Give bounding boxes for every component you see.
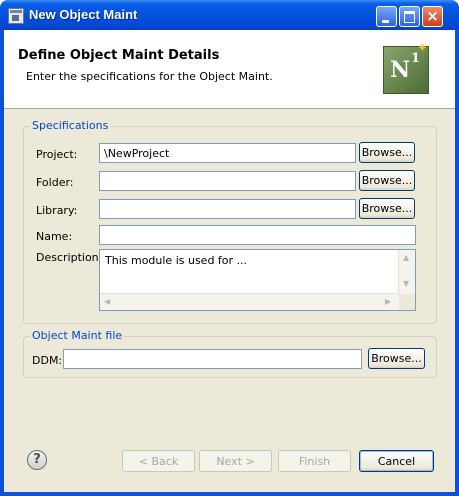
object-maint-file-legend: Object Maint file <box>30 329 125 342</box>
back-button[interactable]: < Back <box>122 450 195 472</box>
folder-label: Folder: <box>36 176 74 189</box>
window-title: New Object Maint <box>29 7 138 22</box>
description-text: This module is used for ... <box>105 254 248 267</box>
help-icon[interactable]: ? <box>27 450 47 470</box>
ddm-browse-button[interactable]: Browse... <box>368 348 425 369</box>
project-field[interactable] <box>99 143 356 163</box>
library-label: Library: <box>36 204 78 217</box>
cancel-button[interactable]: Cancel <box>359 450 434 472</box>
scrollbar-corner <box>399 294 415 310</box>
finish-button[interactable]: Finish <box>278 450 351 472</box>
name-field[interactable] <box>99 225 416 245</box>
logo-star-icon: ✦ <box>417 41 428 56</box>
ddm-field[interactable] <box>63 349 362 369</box>
next-button[interactable]: Next > <box>199 450 272 472</box>
page-title: Define Object Maint Details <box>18 48 220 63</box>
dialog-window: New Object Maint × Define Object Maint D… <box>0 0 459 496</box>
scroll-right-arrow-icon[interactable]: ▶ <box>385 298 391 306</box>
page-description: Enter the specifications for the Object … <box>26 70 273 83</box>
window-app-icon <box>8 8 24 24</box>
close-button[interactable]: × <box>422 6 443 27</box>
scroll-up-arrow-icon[interactable]: ▲ <box>403 254 409 262</box>
scroll-down-arrow-icon[interactable]: ▼ <box>403 280 409 288</box>
description-textarea[interactable]: This module is used for ... ▲ ▼ ◀ ▶ <box>99 249 416 311</box>
description-horizontal-scrollbar[interactable]: ◀ ▶ <box>100 293 399 310</box>
logo-letter: N <box>390 57 411 83</box>
close-icon: × <box>426 7 439 25</box>
dialog-client-area: Define Object Maint Details Enter the sp… <box>4 30 455 492</box>
title-bar[interactable]: New Object Maint × <box>0 0 459 30</box>
folder-browse-button[interactable]: Browse... <box>359 170 415 191</box>
library-browse-button[interactable]: Browse... <box>359 198 415 219</box>
name-label: Name: <box>36 230 73 243</box>
folder-field[interactable] <box>99 171 356 191</box>
specifications-legend: Specifications <box>30 119 111 132</box>
project-browse-button[interactable]: Browse... <box>359 142 415 163</box>
scroll-left-arrow-icon[interactable]: ◀ <box>104 298 110 306</box>
ddm-label: DDM: <box>32 354 63 367</box>
wizard-header: Define Object Maint Details Enter the sp… <box>4 30 455 109</box>
description-vertical-scrollbar[interactable]: ▲ ▼ <box>398 250 415 294</box>
project-label: Project: <box>36 148 78 161</box>
minimize-button[interactable] <box>376 6 397 27</box>
description-label: Description: <box>36 251 103 264</box>
library-field[interactable] <box>99 199 356 219</box>
maximize-button[interactable] <box>399 6 420 27</box>
